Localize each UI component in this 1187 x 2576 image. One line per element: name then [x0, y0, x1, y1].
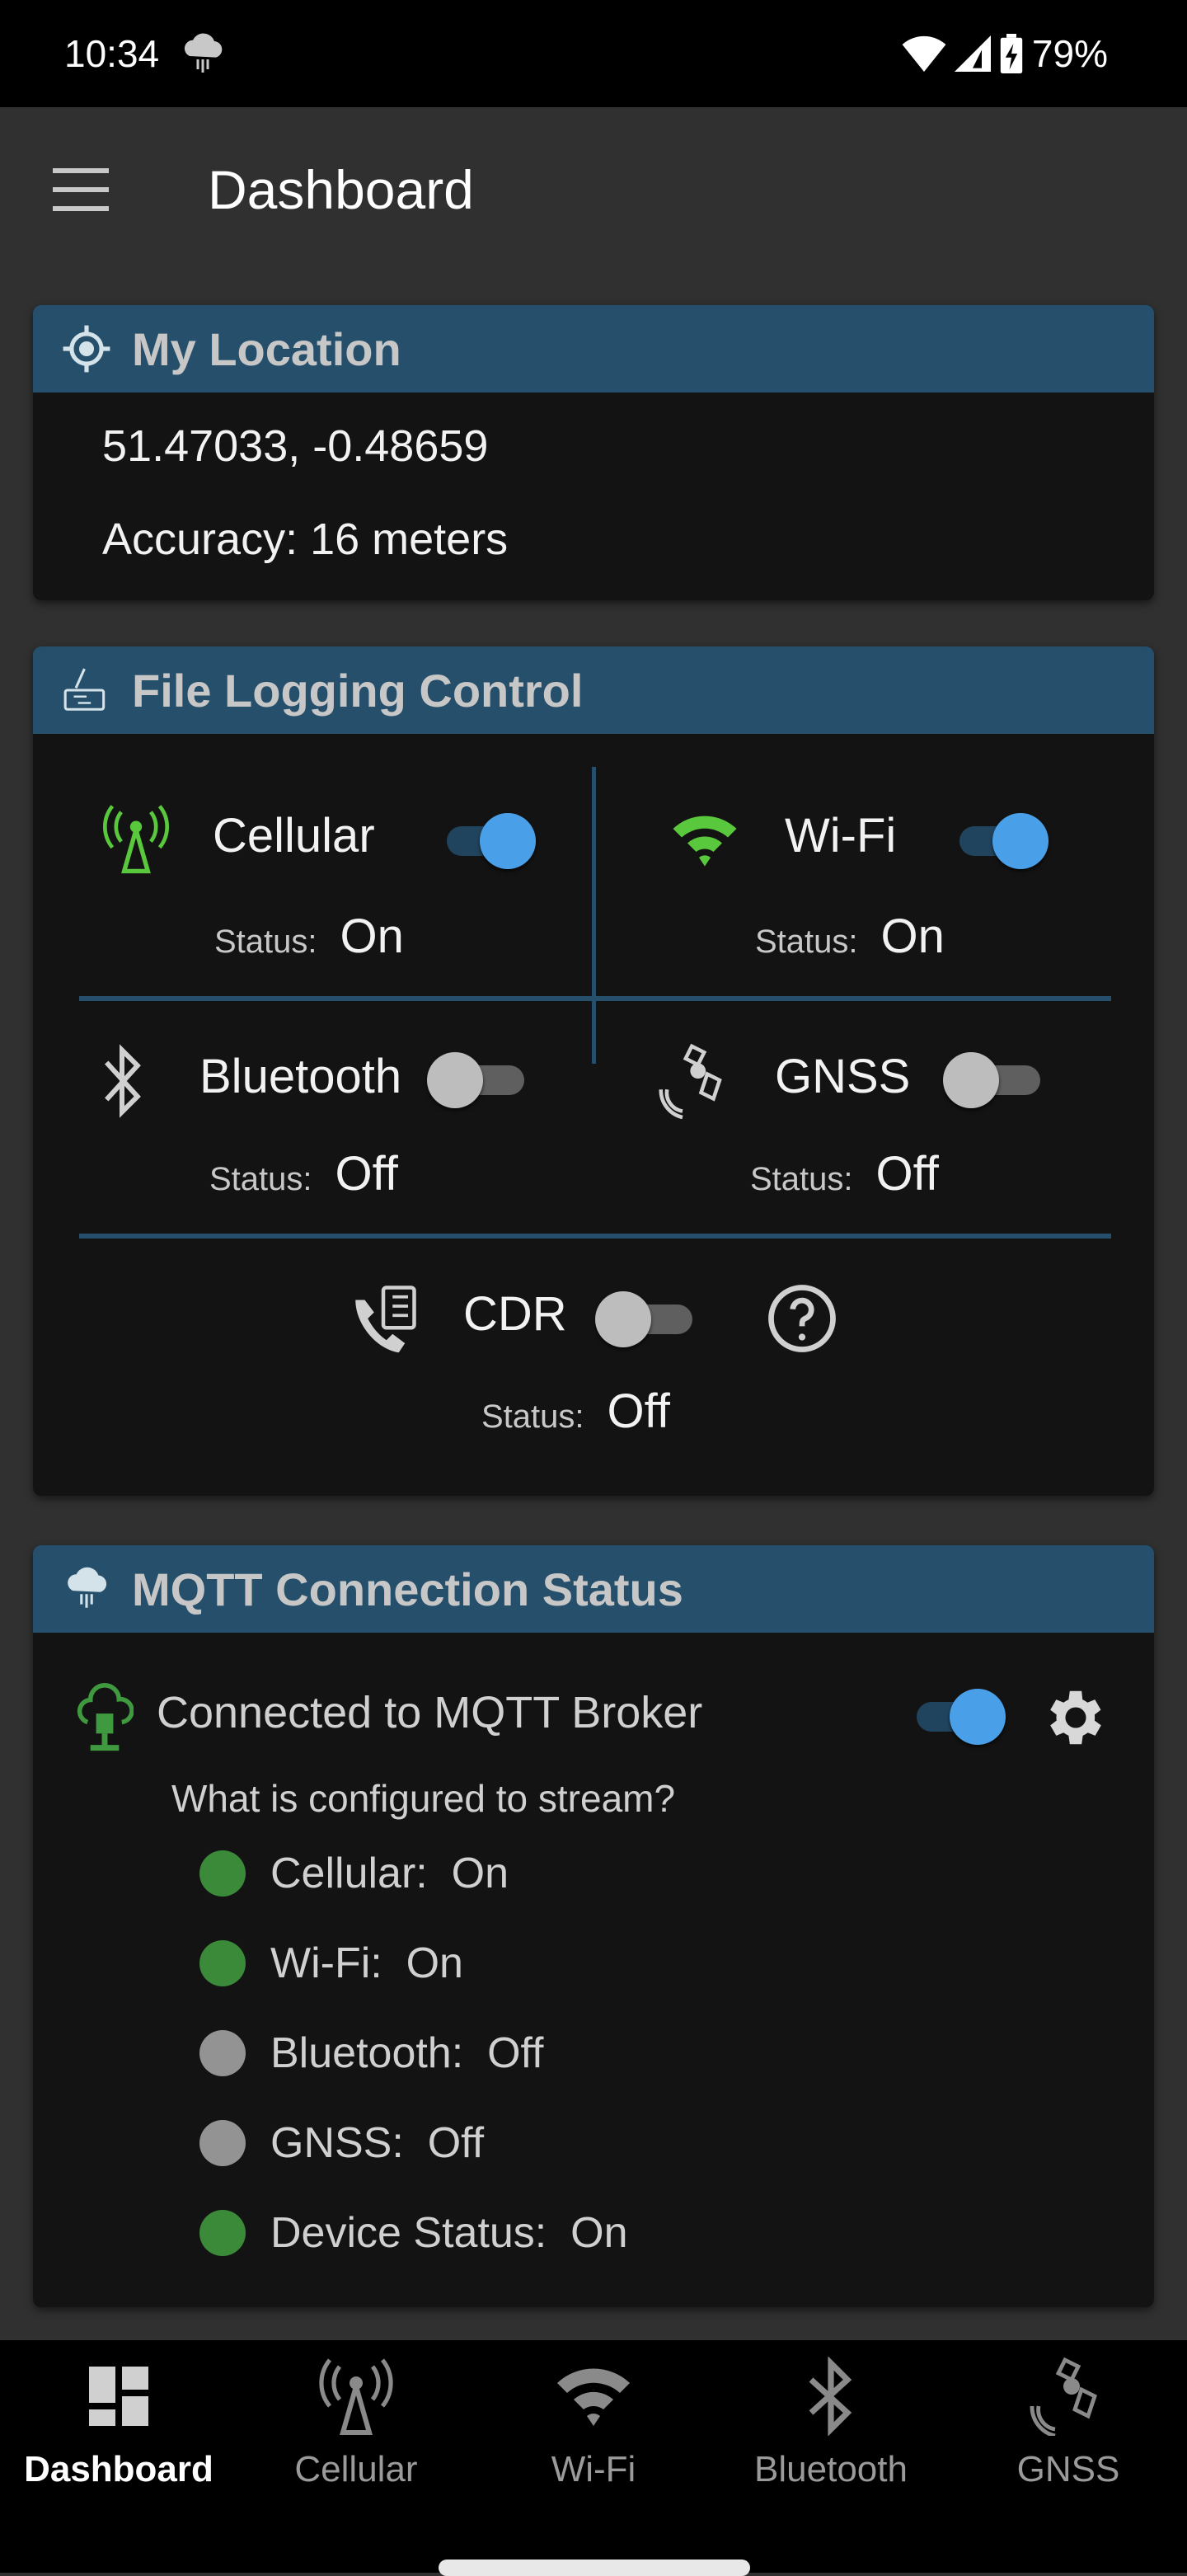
status-label: Status:: [209, 1161, 312, 1197]
card-title: MQTT Connection Status: [132, 1563, 683, 1615]
status-time: 10:34: [64, 32, 160, 75]
stream-item-label: Cellular: On: [270, 1850, 509, 1897]
nav-label: GNSS: [1016, 2449, 1120, 2489]
nav-label: Wi-Fi: [551, 2449, 636, 2489]
status-row: Status: Off: [750, 1146, 939, 1201]
gps-target-icon: [63, 325, 110, 373]
home-indicator[interactable]: [439, 2560, 750, 2576]
logging-label: Wi-Fi: [785, 809, 897, 863]
help-circle-icon[interactable]: [765, 1281, 839, 1356]
logging-label: Cellular: [213, 809, 375, 863]
cell-tower-icon: [319, 2358, 393, 2435]
logging-label: GNSS: [775, 1050, 911, 1103]
card-title: File Logging Control: [132, 664, 584, 717]
status-dot-off: [199, 2030, 246, 2076]
cellular-signal-icon: [954, 35, 991, 72]
stream-item-label: Wi-Fi: On: [270, 1939, 463, 1987]
cellular-logging-toggle[interactable]: [437, 808, 536, 871]
satellite-icon: [1030, 2357, 1097, 2436]
stream-item-wifi: Wi-Fi: On: [199, 1939, 463, 1988]
stream-item-bluetooth: Bluetooth: Off: [199, 2028, 543, 2078]
gear-icon[interactable]: [1040, 1681, 1111, 1755]
card-title: My Location: [132, 322, 401, 375]
satellite-icon: [659, 1043, 722, 1120]
hamburger-menu-icon[interactable]: [53, 168, 109, 211]
status-value: Off: [335, 1147, 398, 1201]
nav-item-bluetooth[interactable]: Bluetooth: [712, 2357, 950, 2490]
status-dot-off: [199, 2120, 246, 2166]
cdr-logging-toggle[interactable]: [595, 1286, 694, 1349]
cell-tower-icon: [103, 805, 169, 874]
stream-item-gnss: GNSS: Off: [199, 2118, 484, 2168]
log-icon: [63, 668, 106, 711]
stream-item-device-status: Device Status: On: [199, 2208, 628, 2258]
mqtt-connection-toggle[interactable]: [907, 1684, 1006, 1746]
mqtt-status-card: MQTT Connection Status Connected to MQTT…: [33, 1545, 1154, 2307]
status-dot-on: [199, 1850, 246, 1897]
location-accuracy: Accuracy: 16 meters: [102, 515, 509, 564]
wifi-logging-toggle[interactable]: [950, 808, 1049, 871]
file-logging-card: File Logging Control Cellular Status: On…: [33, 646, 1154, 1496]
cloud-stream-icon: [68, 1567, 107, 1608]
bottom-navigation: Dashboard Cellular Wi-Fi Bluetooth GNSS: [0, 2340, 1187, 2573]
dashboard-icon: [89, 2367, 148, 2426]
bluetooth-icon: [809, 2357, 852, 2436]
status-value: Off: [607, 1384, 670, 1438]
status-dot-on: [199, 1940, 246, 1986]
grid-divider-vertical: [592, 767, 596, 1064]
status-row: Status: On: [755, 909, 945, 964]
grid-divider-horizontal: [79, 996, 1111, 1001]
my-location-card: My Location 51.47033, -0.48659 Accuracy:…: [33, 305, 1154, 600]
stream-item-cellular: Cellular: On: [199, 1849, 509, 1898]
grid-divider-horizontal: [79, 1234, 1111, 1239]
battery-percent: 79%: [1031, 32, 1108, 75]
status-row: Status: Off: [209, 1146, 398, 1201]
cloud-stream-icon: [184, 33, 223, 73]
page-title: Dashboard: [208, 159, 474, 220]
status-icons: 79%: [902, 31, 1108, 76]
wifi-icon: [902, 35, 946, 72]
call-log-icon: [355, 1286, 416, 1353]
app-bar: Dashboard: [0, 107, 1187, 272]
logging-label: CDR: [463, 1287, 567, 1341]
stream-question: What is configured to stream?: [171, 1777, 676, 1820]
wifi-icon: [557, 2368, 630, 2426]
card-header: My Location: [33, 305, 1154, 393]
card-header: MQTT Connection Status: [33, 1545, 1154, 1633]
status-dot-on: [199, 2210, 246, 2256]
location-coordinates: 51.47033, -0.48659: [102, 421, 489, 471]
status-label: Status:: [755, 924, 858, 960]
nav-item-wifi[interactable]: Wi-Fi: [475, 2357, 712, 2490]
logging-label: Bluetooth: [199, 1050, 402, 1103]
gnss-logging-toggle[interactable]: [943, 1047, 1042, 1110]
nav-label: Dashboard: [24, 2449, 213, 2489]
status-value: On: [880, 910, 945, 963]
mqtt-connection-text: Connected to MQTT Broker: [157, 1688, 703, 1737]
wifi-icon: [673, 816, 737, 867]
status-value: On: [340, 910, 404, 963]
nav-label: Bluetooth: [754, 2449, 908, 2489]
stream-item-label: GNSS: Off: [270, 2119, 485, 2167]
nav-item-dashboard[interactable]: Dashboard: [0, 2357, 237, 2490]
status-value: Off: [875, 1147, 939, 1201]
battery-charging-icon: [1000, 34, 1023, 73]
nav-item-cellular[interactable]: Cellular: [237, 2357, 475, 2490]
status-bar: 10:34 79%: [0, 0, 1187, 107]
status-row: Status: Off: [481, 1384, 670, 1439]
stream-item-label: Bluetooth: Off: [270, 2029, 544, 2077]
nav-item-gnss[interactable]: GNSS: [950, 2357, 1187, 2490]
stream-item-label: Device Status: On: [270, 2209, 628, 2257]
status-label: Status:: [214, 924, 317, 960]
status-row: Status: On: [214, 909, 404, 964]
card-header: File Logging Control: [33, 646, 1154, 734]
bluetooth-logging-toggle[interactable]: [427, 1047, 526, 1110]
cloud-upload-icon: [77, 1683, 134, 1751]
nav-label: Cellular: [294, 2449, 418, 2489]
status-label: Status:: [750, 1161, 853, 1197]
status-label: Status:: [481, 1398, 584, 1435]
bluetooth-icon: [105, 1044, 141, 1118]
